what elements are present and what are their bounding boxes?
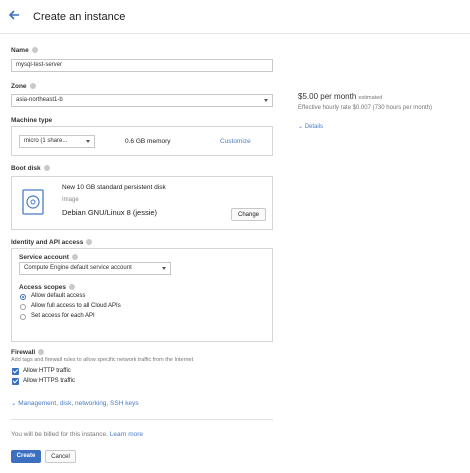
scope-option-label: Allow default access	[31, 293, 86, 299]
price-estimate: $5.00 per month estimated	[298, 92, 382, 101]
chevron-down-icon: ⌄	[298, 124, 304, 130]
machine-memory: 0.6 GB memory	[125, 138, 171, 145]
name-label: Name	[11, 47, 38, 54]
help-icon[interactable]	[68, 284, 75, 290]
machine-type-select[interactable]: micro (1 share...	[19, 135, 95, 148]
checkbox-checked-icon[interactable]	[12, 378, 19, 385]
access-scopes-label: Access scopes	[19, 284, 75, 291]
management-link-text: Management, disk, networking, SSH keys	[18, 400, 139, 407]
page-title: Create an instance	[33, 11, 126, 23]
billing-note: You will be billed for this instance. Le…	[11, 431, 143, 438]
create-button[interactable]: Create	[11, 450, 41, 463]
zone-select[interactable]: asia-northeast1-b	[11, 94, 273, 107]
name-label-text: Name	[11, 47, 29, 54]
access-scopes-label-text: Access scopes	[19, 284, 66, 291]
zone-label: Zone	[11, 83, 36, 90]
help-icon[interactable]	[71, 254, 78, 260]
firewall-label-text: Firewall	[11, 349, 36, 356]
management-link[interactable]: ⌄ Management, disk, networking, SSH keys	[11, 399, 139, 407]
price-value: $5.00 per month	[298, 92, 357, 101]
scope-option-label: Set access for each API	[31, 313, 95, 319]
help-icon[interactable]	[43, 165, 50, 171]
image-label: Image	[62, 197, 79, 203]
billing-note-text: You will be billed for this instance.	[11, 431, 108, 438]
dropdown-arrow-icon	[86, 140, 90, 143]
checkbox-checked-icon[interactable]	[12, 368, 19, 375]
disk-description: New 10 GB standard persistent disk	[62, 184, 166, 191]
page-header: Create an instance	[0, 0, 470, 34]
back-arrow-icon[interactable]	[7, 8, 21, 22]
allow-https-label: Allow HTTPS traffic	[23, 378, 75, 384]
service-account-label: Service account	[19, 254, 78, 261]
change-button[interactable]: Change	[231, 208, 266, 221]
details-link-text: Details	[304, 124, 324, 130]
name-input[interactable]: mysql-test-server	[11, 59, 273, 72]
service-account-select[interactable]: Compute Engine default service account	[19, 262, 171, 275]
zone-label-text: Zone	[11, 83, 27, 90]
zone-select-value: asia-northeast1-b	[16, 97, 63, 103]
help-icon[interactable]	[31, 47, 38, 53]
machine-type-label: Machine type	[11, 117, 53, 124]
firewall-label: Firewall	[11, 349, 45, 356]
disk-icon	[22, 189, 44, 215]
firewall-description: Add tags and firewall rules to allow spe…	[11, 357, 194, 363]
chevron-down-icon: ⌄	[11, 400, 17, 407]
service-account-select-value: Compute Engine default service account	[24, 265, 132, 271]
allow-http-label: Allow HTTP traffic	[23, 368, 71, 374]
price-suffix: estimated	[358, 95, 383, 101]
radio-selected-icon[interactable]	[20, 294, 26, 300]
radio-icon[interactable]	[20, 304, 26, 310]
dropdown-arrow-icon	[264, 99, 268, 102]
hourly-rate: Effective hourly rate $0.007 (730 hours …	[298, 105, 432, 111]
radio-icon[interactable]	[20, 314, 26, 320]
machine-type-select-value: micro (1 share...	[24, 138, 68, 144]
boot-disk-box: New 10 GB standard persistent disk Image…	[11, 176, 273, 230]
identity-label: Identity and API access	[11, 239, 93, 246]
service-account-label-text: Service account	[19, 254, 69, 261]
boot-disk-label-text: Boot disk	[11, 165, 41, 172]
scope-option-label: Allow full access to all Cloud APIs	[31, 303, 121, 309]
machine-type-box: micro (1 share... 0.6 GB memory Customiz…	[11, 126, 273, 156]
image-name: Debian GNU/Linux 8 (jessie)	[62, 208, 158, 217]
help-icon[interactable]	[38, 349, 45, 355]
cancel-button[interactable]: Cancel	[45, 450, 76, 463]
help-icon[interactable]	[86, 239, 93, 245]
identity-box: Service account Compute Engine default s…	[11, 248, 273, 342]
customize-link[interactable]: Customize	[220, 138, 251, 145]
dropdown-arrow-icon	[162, 267, 166, 270]
boot-disk-label: Boot disk	[11, 165, 50, 172]
divider	[11, 419, 273, 420]
identity-label-text: Identity and API access	[11, 239, 84, 246]
learn-more-link[interactable]: Learn more	[110, 431, 143, 438]
details-link[interactable]: ⌄ Details	[298, 123, 323, 130]
help-icon[interactable]	[29, 83, 36, 89]
